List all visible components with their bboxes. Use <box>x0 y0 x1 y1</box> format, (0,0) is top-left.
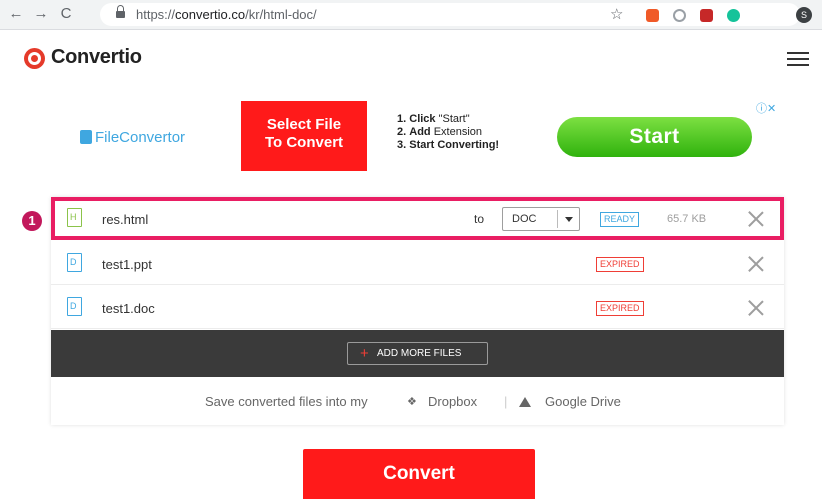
chevron-down-icon <box>565 217 573 222</box>
html-file-icon: H <box>67 208 82 227</box>
url-text: https://convertio.co/kr/html-doc/ <box>136 7 317 22</box>
google-drive-icon[interactable] <box>519 397 531 407</box>
bookmark-star-icon[interactable]: ☆ <box>610 5 623 23</box>
save-to-cloud-bar: Save converted files into my ❖ Dropbox |… <box>51 377 784 425</box>
add-more-files-button[interactable]: + ADD MORE FILES <box>347 342 488 365</box>
extension-icon[interactable] <box>673 9 686 22</box>
file-row: H res.html to DOC READY 65.7 KB <box>51 197 784 240</box>
save-label: Save converted files into my <box>205 394 368 409</box>
file-row: D test1.doc EXPIRED <box>51 286 784 329</box>
convertio-logo-icon[interactable] <box>24 48 45 69</box>
status-badge: EXPIRED <box>596 301 644 316</box>
add-files-bar: + ADD MORE FILES <box>51 330 784 377</box>
back-arrow-icon[interactable]: ← <box>6 4 26 24</box>
divider: | <box>504 394 508 409</box>
file-name: res.html <box>102 212 149 227</box>
forward-arrow-icon[interactable]: → <box>31 4 51 24</box>
file-name: test1.doc <box>102 301 155 316</box>
plus-icon: + <box>360 345 369 362</box>
site-header: Convertio <box>0 31 822 87</box>
pdf-extension-icon[interactable] <box>700 9 713 22</box>
doc-file-icon: D <box>67 297 82 316</box>
grammarly-icon[interactable] <box>727 9 740 22</box>
ad-banner[interactable]: FileConvertor Select File To Convert 1. … <box>80 97 785 178</box>
file-size: 65.7 KB <box>667 213 707 225</box>
status-badge: EXPIRED <box>596 257 644 272</box>
ad-brand[interactable]: FileConvertor <box>80 129 185 146</box>
status-badge: READY <box>600 212 640 227</box>
adchoices-close-icon[interactable]: ⓘ✕ <box>756 100 776 116</box>
step-marker: 1 <box>22 211 42 231</box>
file-list-panel: H res.html to DOC READY 65.7 KB D test1.… <box>51 197 784 425</box>
to-label: to <box>474 212 485 226</box>
file-row: D test1.ppt EXPIRED <box>51 242 784 285</box>
site-logo[interactable]: Convertio <box>51 46 142 69</box>
doc-file-icon: D <box>67 253 82 272</box>
browser-toolbar: ← → C https://convertio.co/kr/html-doc/ … <box>0 0 822 30</box>
ad-start-button[interactable]: Start <box>557 117 752 157</box>
profile-avatar[interactable]: S <box>796 7 812 23</box>
remove-file-icon[interactable] <box>748 300 764 316</box>
extension-icon[interactable] <box>646 9 659 22</box>
address-bar[interactable]: https://convertio.co/kr/html-doc/ ☆ <box>100 3 800 26</box>
reload-icon[interactable]: C <box>56 4 76 24</box>
lock-icon <box>116 5 125 18</box>
convert-button[interactable]: Convert <box>303 449 535 499</box>
menu-icon[interactable] <box>787 52 809 68</box>
remove-file-icon[interactable] <box>748 211 764 227</box>
format-select[interactable]: DOC <box>502 207 580 231</box>
remove-file-icon[interactable] <box>748 256 764 272</box>
fileconvertor-icon <box>80 130 92 144</box>
ad-steps: 1. Click "Start" 2. Add Extension 3. Sta… <box>397 113 500 151</box>
dropbox-icon[interactable]: ❖ <box>407 395 417 408</box>
google-drive-link[interactable]: Google Drive <box>545 394 621 409</box>
ad-select-file-button[interactable]: Select File To Convert <box>241 101 367 171</box>
dropbox-link[interactable]: Dropbox <box>428 394 477 409</box>
file-name: test1.ppt <box>102 257 152 272</box>
